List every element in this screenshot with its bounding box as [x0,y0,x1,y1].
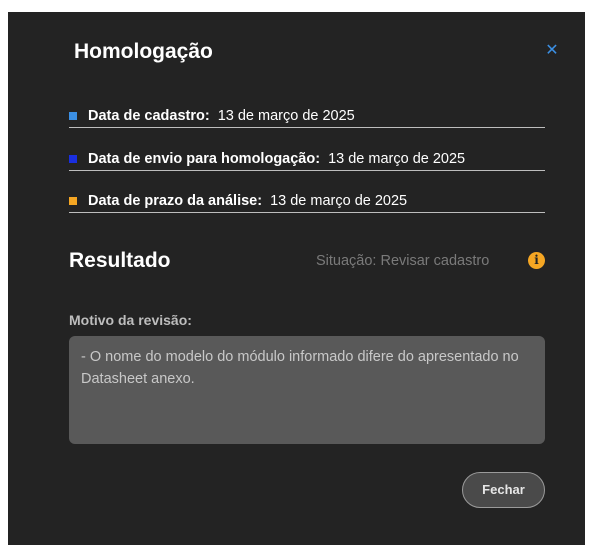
date-label: Data de prazo da análise: [88,193,263,209]
date-row-cadastro: Data de cadastro: 13 de março de 2025 [69,105,545,128]
date-value: 13 de março de 2025 [328,151,466,167]
review-reason-label: Motivo da revisão: [69,312,192,328]
dialog-title: Homologação [74,40,213,63]
date-label: Data de cadastro: [88,108,210,124]
date-row-prazo: Data de prazo da análise: 13 de março de… [69,190,545,213]
date-row-envio: Data de envio para homologação: 13 de ma… [69,148,545,171]
close-button[interactable]: Fechar [462,472,545,508]
date-value: 13 de março de 2025 [217,108,355,124]
date-label: Data de envio para homologação: [88,151,321,167]
date-value: 13 de março de 2025 [270,193,408,209]
homologation-dialog: Homologação ✕ Data de cadastro: 13 de ma… [8,12,585,545]
close-icon[interactable]: ✕ [544,42,560,58]
square-bullet-icon [69,155,77,163]
result-title: Resultado [69,249,171,272]
status-text: Situação: Revisar cadastro [316,253,490,269]
square-bullet-icon [69,112,77,120]
square-bullet-icon [69,197,77,205]
info-icon[interactable]: i [528,252,545,269]
review-reason-field[interactable]: - O nome do modelo do módulo informado d… [69,336,545,444]
